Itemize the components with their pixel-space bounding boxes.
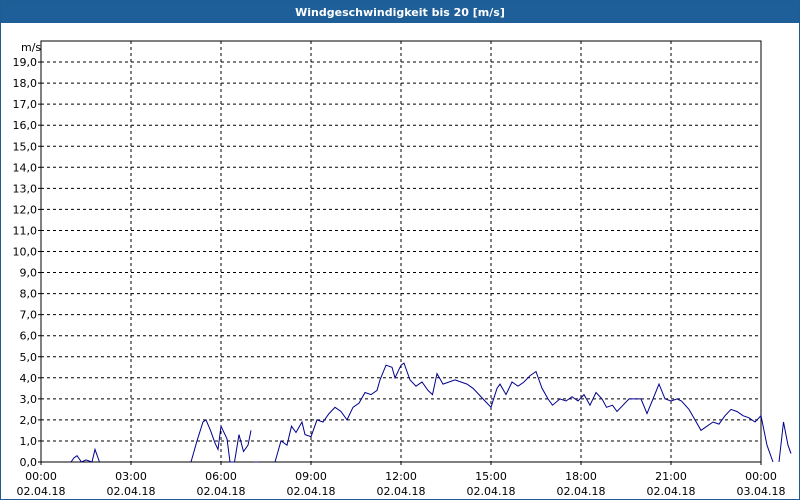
- chart-window: Windgeschwindigkeit bis 20 [m/s] 0,0 1,0 2…: [0, 0, 800, 500]
- y-tick-label: 8,0: [20, 288, 38, 301]
- y-tick-label: 18,0: [13, 77, 38, 90]
- x-tick-time-label: 12:00: [385, 470, 417, 483]
- y-tick-label: 15,0: [13, 140, 38, 153]
- y-tick-label: 12,0: [13, 203, 38, 216]
- x-tick-date-label: 02.04.18: [377, 485, 426, 498]
- x-tick-date-label: 02.04.18: [17, 485, 66, 498]
- y-axis: 0,0 1,0 2,0 3,0 4,0 5,0 6,0 7,0 8,0 9,0 10,0 11,0 12…: [13, 56, 41, 469]
- x-tick-time-label: 15:00: [475, 470, 507, 483]
- x-tick-date-label: 02.04.18: [647, 485, 696, 498]
- x-tick-date-label: 02.04.18: [467, 485, 516, 498]
- x-tick-time-label: 18:00: [565, 470, 597, 483]
- y-tick-label: 5,0: [20, 351, 38, 364]
- y-tick-label: 3,0: [20, 393, 38, 406]
- x-axis: 00:00 02.04.18 03:00 02.04.18 06:00 02.04.18 0…: [17, 462, 786, 498]
- y-tick-label: 11,0: [13, 224, 38, 237]
- x-tick-time-label: 03:00: [115, 470, 147, 483]
- y-tick-label: 13,0: [13, 182, 38, 195]
- y-tick-label: 17,0: [13, 98, 38, 111]
- y-tick-label: 2,0: [20, 414, 38, 427]
- series-line-segment: [778, 421, 792, 463]
- y-axis-unit-label: m/s: [21, 41, 41, 54]
- line-chart: 0,0 1,0 2,0 3,0 4,0 5,0 6,0 7,0 8,0 9,0 10,0 11,0 12…: [13, 40, 792, 498]
- y-tick-label: 0,0: [20, 456, 38, 469]
- x-tick-time-label: 06:00: [205, 470, 237, 483]
- series-line-segment: [70, 447, 100, 463]
- x-tick-date-label: 02.04.18: [197, 485, 246, 498]
- y-tick-label: 16,0: [13, 119, 38, 132]
- x-tick-time-label: 09:00: [295, 470, 327, 483]
- y-tick-label: 14,0: [13, 161, 38, 174]
- x-tick-time-label: 00:00: [25, 470, 57, 483]
- y-tick-label: 4,0: [20, 372, 38, 385]
- x-tick-date-label: 03.04.18: [737, 485, 786, 498]
- x-tick-date-label: 02.04.18: [557, 485, 606, 498]
- y-tick-label: 19,0: [13, 56, 38, 69]
- x-tick-time-label: 21:00: [655, 470, 687, 483]
- x-tick-date-label: 02.04.18: [287, 485, 336, 498]
- x-tick-time-label: 00:00: [745, 470, 777, 483]
- y-tick-label: 6,0: [20, 330, 38, 343]
- y-tick-label: 1,0: [20, 435, 38, 448]
- x-tick-date-label: 02.04.18: [107, 485, 156, 498]
- y-tick-label: 9,0: [20, 267, 38, 280]
- y-tick-label: 7,0: [20, 309, 38, 322]
- y-tick-label: 10,0: [13, 246, 38, 259]
